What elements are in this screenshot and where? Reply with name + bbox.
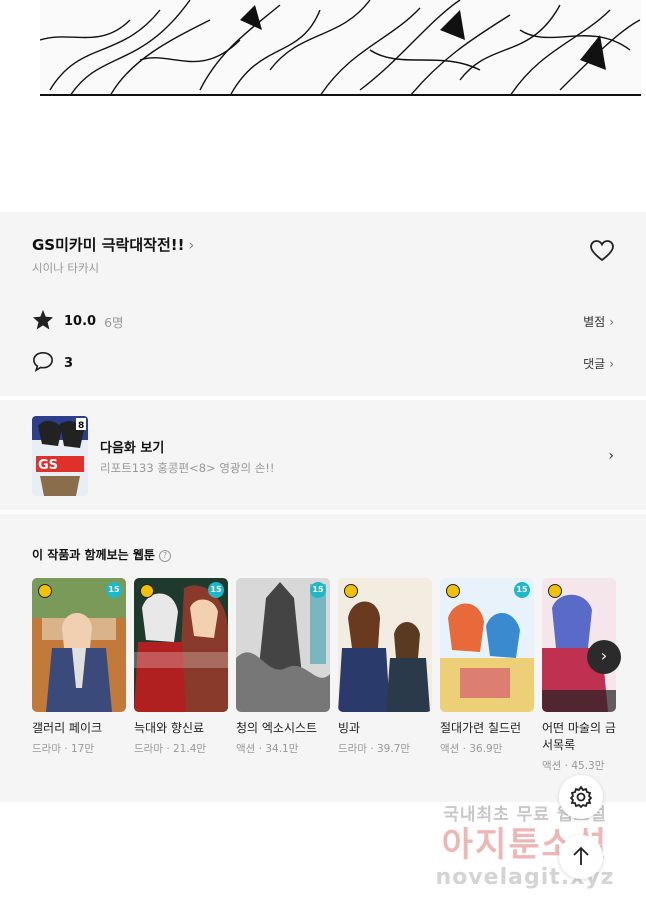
star-icon — [32, 309, 54, 334]
chevron-right-icon: › — [188, 236, 195, 254]
rec-title: 늑대와 향신료 — [134, 721, 205, 735]
rec-title: 빙과 — [338, 721, 361, 735]
clock-icon — [344, 584, 358, 598]
recommendations-heading-text: 이 작품과 함께보는 웹툰 — [32, 548, 155, 562]
recommendations-panel: 이 작품과 함께보는 웹툰? 15 갤러리 페이크 드라마 · 17만 15 늑… — [0, 514, 646, 802]
rec-card[interactable]: 빙과 드라마 · 39.7만 — [338, 578, 432, 756]
rating-value: 10.0 — [64, 313, 97, 329]
work-info-panel: GS미카미 극락대작전!! › 시이나 타카시 — [0, 212, 646, 296]
age-rating-badge: 15 — [106, 582, 122, 598]
help-icon[interactable]: ? — [158, 549, 171, 562]
svg-text:8: 8 — [78, 421, 84, 431]
next-episode-subtitle: 리포트133 홍콩편<8> 영광의 손!! — [100, 461, 275, 475]
comment-icon — [32, 351, 54, 376]
comment-count: 3 — [64, 355, 74, 371]
rec-meta: 드라마 · 39.7만 — [338, 743, 411, 755]
rec-title: 청의 엑소시스트 — [236, 721, 318, 735]
rec-meta: 드라마 · 17만 — [32, 743, 95, 755]
work-author[interactable]: 시이나 타카시 — [32, 260, 99, 276]
rec-card[interactable]: 어떤 마술의 금서목록 액션 · 45.3만 — [542, 578, 616, 773]
age-rating-badge: 15 — [514, 582, 530, 598]
rec-cover: 15 — [440, 578, 534, 712]
age-rating-badge: 15 — [208, 582, 224, 598]
rec-card[interactable]: 15 절대가련 칠드런 액션 · 36.9만 — [440, 578, 534, 756]
comment-row: 3 댓글 › — [32, 350, 614, 376]
clock-icon — [446, 584, 460, 598]
comment-link-label: 댓글 — [583, 356, 606, 371]
rec-title: 절대가련 칠드런 — [440, 721, 522, 735]
next-episode-card[interactable]: GS 8 다음화 보기 리포트133 홍콩편<8> 영광의 손!! › — [0, 400, 646, 510]
manga-panel-image — [40, 0, 641, 96]
work-title[interactable]: GS미카미 극락대작전!! › — [32, 234, 194, 255]
next-episode-title: 다음화 보기 — [100, 441, 165, 456]
rec-meta: 드라마 · 21.4만 — [134, 743, 207, 755]
clock-icon — [38, 584, 52, 598]
rec-meta: 액션 · 36.9만 — [440, 743, 503, 755]
rating-count: 6명 — [104, 314, 124, 330]
chevron-right-icon: › — [609, 356, 614, 371]
rec-cover: 15 — [236, 578, 330, 712]
svg-text:GS: GS — [38, 458, 58, 473]
rec-cover — [338, 578, 432, 712]
next-episode-thumbnail: GS 8 — [32, 416, 88, 496]
age-rating-badge: 15 — [310, 582, 326, 598]
rec-meta: 액션 · 34.1만 — [236, 743, 299, 755]
rating-row: 10.0 6명 별점 › — [32, 308, 614, 334]
rating-link[interactable]: 별점 › — [583, 313, 614, 330]
carousel-next-button[interactable]: › — [587, 640, 621, 674]
work-title-text: GS미카미 극락대작전!! — [32, 236, 185, 254]
scroll-top-button[interactable] — [559, 835, 603, 879]
rec-cover: 15 — [32, 578, 126, 712]
stats-panel: 10.0 6명 별점 › 3 댓글 › — [0, 296, 646, 396]
clock-icon — [548, 584, 562, 598]
arrow-up-icon — [573, 846, 589, 865]
rec-card[interactable]: 15 청의 엑소시스트 액션 · 34.1만 — [236, 578, 330, 756]
rec-title: 갤러리 페이크 — [32, 721, 103, 735]
manga-art — [40, 0, 641, 94]
chevron-right-icon: › — [609, 314, 614, 329]
rec-card[interactable]: 15 갤러리 페이크 드라마 · 17만 — [32, 578, 126, 756]
chevron-right-icon: › — [608, 448, 614, 464]
heart-icon[interactable] — [590, 240, 614, 266]
rec-meta: 액션 · 45.3만 — [542, 760, 605, 772]
settings-button[interactable] — [559, 775, 603, 819]
gear-icon — [569, 785, 593, 809]
comment-link[interactable]: 댓글 › — [583, 355, 614, 372]
clock-icon — [140, 584, 154, 598]
viewer-page: GS미카미 극락대작전!! › 시이나 타카시 10.0 6명 별점 › 3 댓글 › — [0, 0, 646, 919]
rec-cover: 15 — [134, 578, 228, 712]
rec-card[interactable]: 15 늑대와 향신료 드라마 · 21.4만 — [134, 578, 228, 756]
recommendations-heading: 이 작품과 함께보는 웹툰? — [32, 546, 171, 563]
rating-link-label: 별점 — [583, 314, 606, 329]
rec-title: 어떤 마술의 금서목록 — [542, 721, 616, 752]
